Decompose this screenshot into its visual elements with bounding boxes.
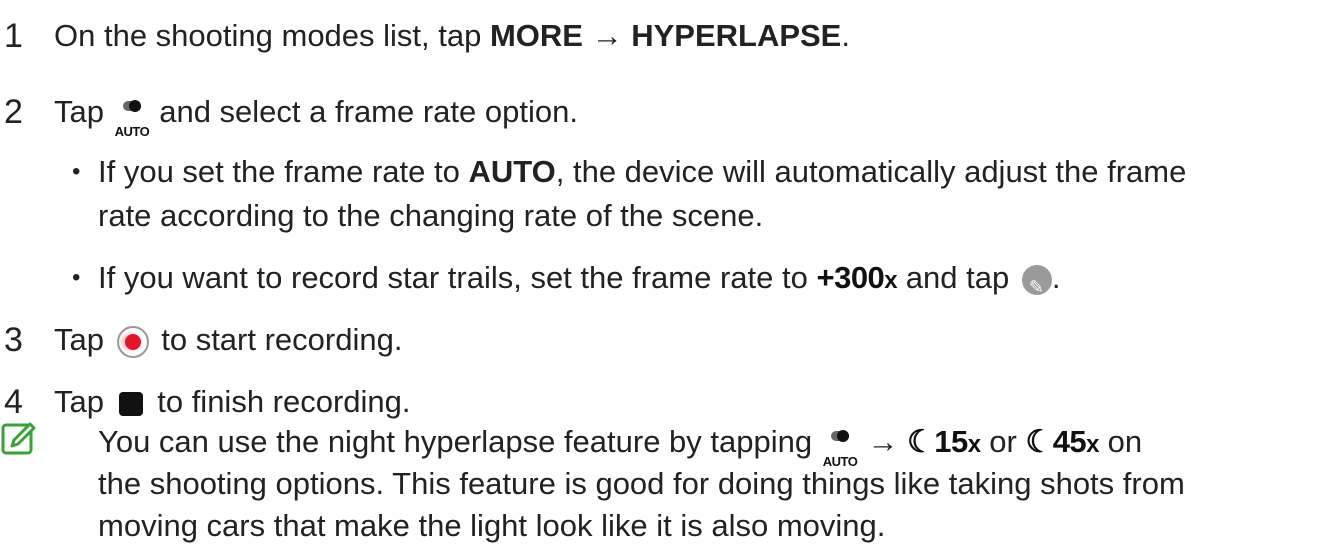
moon-icon: ☾ xyxy=(906,424,935,459)
star-trail-rate-icon: +300x xyxy=(816,260,897,295)
bullet-text-part: and tap xyxy=(897,260,1018,295)
step-text-end: and select a frame rate option. xyxy=(150,94,578,129)
step-text-end: to start recording. xyxy=(152,322,403,357)
bullet-text-end: . xyxy=(1051,260,1061,295)
arrow: → xyxy=(858,424,907,459)
step-text-part: Tap xyxy=(54,384,113,419)
note-icon xyxy=(1,422,36,455)
auto-label: AUTO xyxy=(468,154,556,189)
step-number: 4 xyxy=(4,383,23,421)
step-text-part: Tap xyxy=(54,322,113,357)
rate-value: 45 xyxy=(1052,424,1087,459)
note-line-1: You can use the night hyperlapse feature… xyxy=(98,422,1143,469)
step-number: 1 xyxy=(4,17,23,55)
hyperlapse-label: HYPERLAPSE xyxy=(631,18,842,53)
record-button-icon xyxy=(116,325,149,358)
note-line-3: moving cars that make the light look lik… xyxy=(98,508,886,543)
rate-x: x xyxy=(967,431,981,458)
step-text-end: . xyxy=(841,18,850,53)
step-text: Tap to finish recording. xyxy=(54,382,411,422)
night-rate-45-icon: ☾45x xyxy=(1025,424,1099,459)
note-text: or xyxy=(980,424,1026,459)
rate-x: x xyxy=(884,267,898,294)
bullet-text-part: If you want to record star trails, set t… xyxy=(98,260,817,295)
star-trail-button-icon xyxy=(1021,264,1052,307)
bullet-text-end: , the device will automatically adjust t… xyxy=(555,154,1187,189)
step-text-part: On the shooting modes list, tap xyxy=(54,18,490,53)
step-text: On the shooting modes list, tap MORE → H… xyxy=(54,16,850,56)
auto-frame-rate-icon: AUTO xyxy=(823,429,858,469)
note-text: on xyxy=(1099,424,1143,459)
auto-icon-label: AUTO xyxy=(114,123,150,139)
step-number: 2 xyxy=(4,93,23,131)
step-text: Tap to start recording. xyxy=(54,320,402,360)
rate-x: x xyxy=(1086,431,1100,458)
step-number: 3 xyxy=(4,321,23,359)
note-line-2: the shooting options. This feature is go… xyxy=(98,466,1185,501)
bullet-dot: • xyxy=(72,264,81,291)
stop-button-icon xyxy=(118,391,143,416)
bullet-dot: • xyxy=(72,158,81,185)
step-text: Tap AUTO and select a frame rate option. xyxy=(54,92,578,139)
night-rate-15-icon: ☾15x xyxy=(907,424,981,459)
more-label: MORE xyxy=(489,18,583,53)
moon-icon: ☾ xyxy=(1025,424,1053,459)
step-text-end: to finish recording. xyxy=(148,384,411,419)
note-text: You can use the night hyperlapse feature… xyxy=(98,424,821,459)
arrow: → xyxy=(582,18,632,53)
rate-value: +300 xyxy=(816,260,885,295)
rate-value: 15 xyxy=(934,424,968,459)
bullet-text: rate according to the changing rate of t… xyxy=(98,198,764,233)
bullet-text: If you want to record star trails, set t… xyxy=(98,258,1061,307)
auto-frame-rate-icon: AUTO xyxy=(115,99,150,139)
bullet-text: If you set the frame rate to AUTO, the d… xyxy=(98,152,1186,192)
step-text-part: Tap xyxy=(54,94,113,129)
bullet-text-part: If you set the frame rate to xyxy=(98,154,469,189)
